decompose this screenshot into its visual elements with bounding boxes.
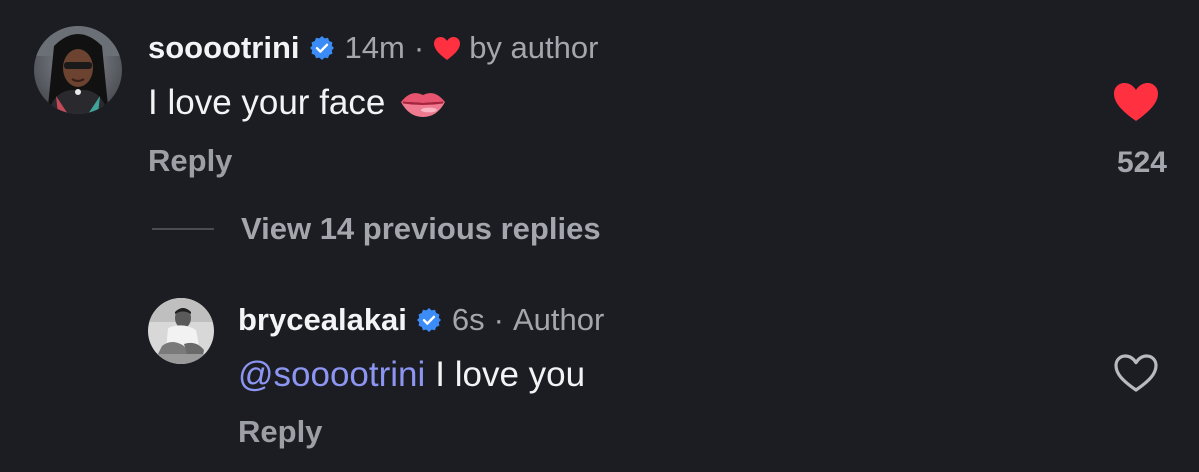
meta-separator: · [493,302,504,337]
reply-button[interactable]: Reply [238,414,322,450]
reply-username[interactable]: brycealakai [238,302,407,338]
verified-badge-icon [309,35,335,61]
author-label: Author [513,302,605,337]
reply-button[interactable]: Reply [148,143,232,179]
avatar-sooootrini[interactable] [34,26,122,114]
verified-badge-icon [416,307,442,333]
mention-link[interactable]: @sooootrini [238,355,425,395]
heart-filled-icon [433,36,461,61]
comment-time: 14m [344,30,405,65]
comment-username[interactable]: sooootrini [148,30,300,66]
like-button[interactable] [1113,353,1159,393]
view-replies-label: View 14 previous replies [241,211,601,246]
comment-body: I love your face [148,80,447,126]
like-count: 524 [1116,146,1167,179]
reply-header: brycealakai 6s · Author [238,299,604,341]
like-button-liked[interactable] [1112,81,1160,123]
lips-emoji [399,88,447,118]
reply-text: I love you [435,355,586,394]
avatar-brycealakai[interactable] [148,298,214,364]
liked-by-author-label: by author [469,30,599,65]
view-previous-replies-button[interactable]: View 14 previous replies [152,206,601,252]
comments-thread: sooootrini 14m · by author I love your f… [0,0,1199,472]
comment-text: I love your face [148,83,386,122]
thread-divider [152,228,214,230]
reply-body: @sooootrini I love you [238,352,585,398]
meta-separator: · [413,30,425,65]
reply-time: 6s [451,302,485,337]
comment-header: sooootrini 14m · by author [148,27,598,69]
